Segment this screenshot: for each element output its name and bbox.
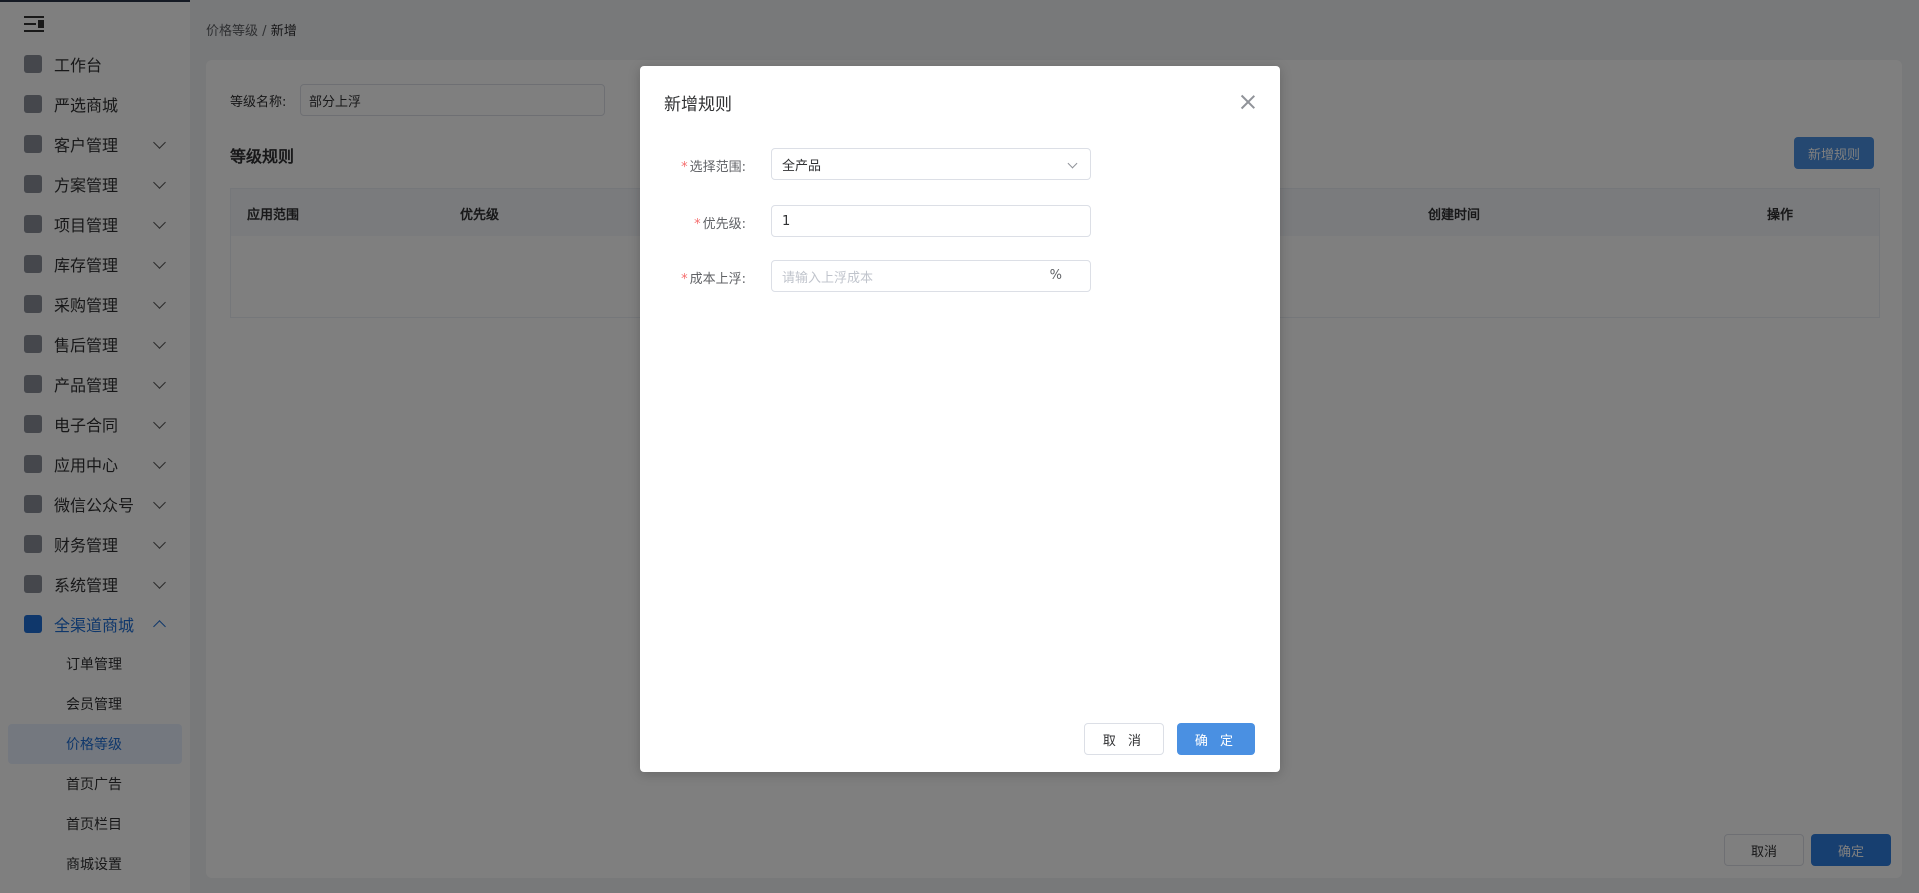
cost-input[interactable]: 请输入上浮成本 %: [771, 260, 1091, 292]
chevron-down-icon: [1067, 158, 1078, 169]
cost-row: * 成本上浮: 请输入上浮成本 %: [640, 260, 1280, 292]
scope-selected-value: 全产品: [782, 158, 822, 174]
cost-placeholder: 请输入上浮成本: [782, 270, 874, 286]
dialog-confirm-button[interactable]: 确 定: [1177, 723, 1255, 755]
priority-row: * 优先级: 1: [640, 205, 1280, 237]
scope-select[interactable]: 全产品: [771, 148, 1091, 180]
close-icon[interactable]: [1240, 94, 1256, 110]
percent-suffix: %: [1049, 268, 1062, 283]
dialog-title: 新增规则: [664, 95, 732, 115]
dialog-cancel-button[interactable]: 取 消: [1084, 723, 1164, 755]
priority-input[interactable]: 1: [771, 205, 1091, 237]
scope-row: * 选择范围: 全产品: [640, 148, 1280, 180]
new-rule-dialog: 新增规则 * 选择范围: 全产品 * 优先级: 1 * 成本上浮: 请输入上浮成本 %…: [640, 66, 1280, 772]
scope-label: * 选择范围:: [681, 160, 746, 175]
required-mark: *: [694, 217, 701, 232]
required-mark: *: [681, 272, 688, 287]
priority-label: * 优先级:: [694, 217, 746, 232]
required-mark: *: [681, 160, 688, 175]
cost-label: * 成本上浮:: [681, 272, 746, 287]
priority-value: 1: [782, 213, 791, 229]
